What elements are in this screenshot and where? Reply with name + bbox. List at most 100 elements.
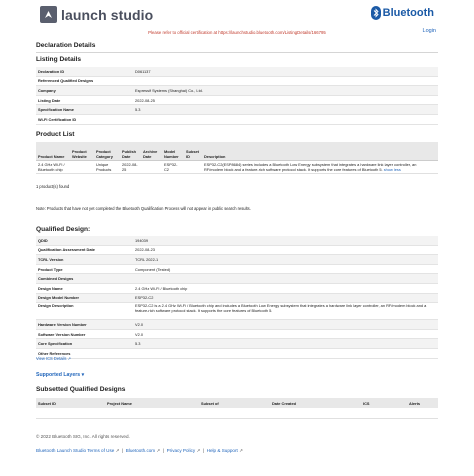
products-found-count: 1 product(s) found <box>36 184 70 189</box>
row-label: Company <box>36 85 133 96</box>
table-row: QDID 194039 <box>36 236 438 246</box>
row-value: Component (Tested) <box>133 264 438 275</box>
row-value: TCRL 2022-1 <box>133 254 438 265</box>
row-value: ESP32-C2 is a 2.4 GHz Wi-Fi / Bluetooth … <box>133 302 438 321</box>
model-number: ESP32-C2 <box>162 160 184 174</box>
column-header[interactable]: Archive Date <box>141 142 162 161</box>
table-row: Referenced Qualified Designs <box>36 76 438 87</box>
table-header-row: Subset ID Project Name Subset of Date Cr… <box>36 398 438 408</box>
external-link-icon: ↗ <box>196 448 201 453</box>
row-value: V2.0 <box>133 329 438 340</box>
supported-layers-label[interactable]: Supported Layers <box>36 372 80 378</box>
product-category: Unique Products <box>94 160 120 174</box>
table-row: Design Name 2.4 GHz Wi-Fi / Bluetooth chi… <box>36 283 438 294</box>
column-header[interactable]: Model Number <box>162 142 184 161</box>
row-value: 194039 <box>133 236 438 246</box>
bluetooth-com-link[interactable]: Bluetooth.com <box>126 448 155 453</box>
row-value: 2.4 GHz Wi-Fi / Bluetooth chip <box>133 283 438 294</box>
copyright: © 2022 Bluetooth SIG, Inc. All rights re… <box>36 434 130 439</box>
view-ics-details-link[interactable]: View ICS Details ↗ <box>36 356 438 361</box>
row-value: 5.3 <box>133 104 438 115</box>
site-header: launch studio Bluetooth Please refer to … <box>0 0 474 40</box>
row-value: D061137 <box>133 67 438 77</box>
login-link[interactable]: Login <box>423 28 436 34</box>
bluetooth-logo[interactable]: Bluetooth <box>370 6 434 20</box>
privacy-policy-link[interactable]: Privacy Policy <box>167 448 196 453</box>
column-header[interactable]: Product Website <box>70 142 94 161</box>
table-row: Core Specification 5.3 <box>36 338 438 349</box>
bluetooth-icon <box>370 6 381 20</box>
row-label: Wi-Fi Certification ID <box>36 114 133 125</box>
row-label: Design Model Number <box>36 293 133 304</box>
row-value: Espressif Systems (Shanghai) Co., Ltd. <box>133 85 438 96</box>
row-value: 2022-08-25 <box>133 95 438 106</box>
row-label: Design Description <box>36 302 133 321</box>
table-row: Hardware Version Number V2.0 <box>36 319 438 330</box>
table-row <box>36 408 438 419</box>
supported-layers-toggle[interactable]: Supported Layers ▾ <box>36 372 438 378</box>
row-label: Product Type <box>36 264 133 275</box>
row-label: Design Name <box>36 283 133 294</box>
terms-of-use-link[interactable]: Bluetooth Launch Studio Terms of Use <box>36 448 114 453</box>
column-header[interactable]: Date Created <box>270 398 361 408</box>
row-label: QDID <box>36 236 133 246</box>
row-value <box>133 76 438 87</box>
column-header[interactable]: Product Name <box>36 142 70 161</box>
row-label: Referenced Qualified Designs <box>36 76 133 87</box>
logo-text: launch studio <box>61 6 154 23</box>
external-link-icon: ↗ <box>115 448 120 453</box>
row-value <box>133 273 438 284</box>
table-row: Listing Date 2022-08-25 <box>36 95 438 106</box>
column-header[interactable]: ICS <box>361 398 407 408</box>
table-row: 2.4 GHz Wi-Fi / Bluetooth chip Unique Pr… <box>36 160 438 174</box>
launch-studio-logo[interactable]: launch studio <box>40 6 153 23</box>
empty-row <box>36 408 438 419</box>
table-row: Combined Designs <box>36 273 438 284</box>
external-link-icon: ↗ <box>239 448 243 453</box>
row-label: Hardware Version Number <box>36 319 133 330</box>
row-label: Declaration ID <box>36 67 133 77</box>
listing-details-title: Listing Details <box>36 56 82 63</box>
column-header[interactable]: Alerts <box>407 398 438 408</box>
row-label: Specification Name <box>36 104 133 115</box>
table-row: Company Espressif Systems (Shanghai) Co.,… <box>36 85 438 96</box>
product-list-title: Product List <box>36 131 75 138</box>
archive-date <box>141 160 162 174</box>
row-label: Qualification Assessment Date <box>36 245 133 256</box>
help-support-link[interactable]: Help & Support <box>207 448 238 453</box>
listing-details-table: Declaration ID D061137 Referenced Qualifi… <box>36 67 438 125</box>
table-row: Software Version Number V2.0 <box>36 329 438 340</box>
product-website <box>70 160 94 174</box>
subset-id <box>184 160 202 174</box>
row-label: Software Version Number <box>36 329 133 340</box>
row-label: Listing Date <box>36 95 133 106</box>
subsetted-designs-table: Subset ID Project Name Subset of Date Cr… <box>36 398 438 419</box>
product-list-table: Product Name Product Website Product Cat… <box>36 142 438 174</box>
column-header[interactable]: Subset of <box>199 398 270 408</box>
subsetted-designs-title: Subsetted Qualified Designs <box>36 386 126 393</box>
certification-notice: Please refer to official certification a… <box>148 30 326 35</box>
column-header[interactable]: Publish Date <box>120 142 141 161</box>
qualified-design-table: QDID 194039 Qualification Assessment Date… <box>36 236 438 359</box>
product-name: 2.4 GHz Wi-Fi / Bluetooth chip <box>36 160 70 174</box>
column-header[interactable]: Product Category <box>94 142 120 161</box>
launch-studio-logo-icon <box>40 6 57 23</box>
show-less-link[interactable]: show less <box>384 167 401 172</box>
row-value: 2022-08-23 <box>133 245 438 256</box>
table-row: Specification Name 5.3 <box>36 104 438 115</box>
column-header[interactable]: Description <box>202 142 438 161</box>
column-header[interactable]: Subset ID <box>36 398 105 408</box>
row-value <box>133 114 438 125</box>
view-ics-label[interactable]: View ICS Details <box>36 356 66 361</box>
products-note: Note: Products that have not yet complet… <box>36 206 251 211</box>
table-row: Design Model Number ESP32-C2 <box>36 293 438 304</box>
row-label: Combined Designs <box>36 273 133 284</box>
caret-down-icon: ▾ <box>81 372 85 378</box>
table-header-row: Product Name Product Website Product Cat… <box>36 142 438 161</box>
column-header[interactable]: Subset ID <box>184 142 202 161</box>
column-header[interactable]: Project Name <box>105 398 199 408</box>
table-row: Design Description ESP32-C2 is a 2.4 GHz … <box>36 302 438 321</box>
table-row: Wi-Fi Certification ID <box>36 114 438 125</box>
page-title: Declaration Details <box>36 42 96 49</box>
row-value: V2.0 <box>133 319 438 330</box>
